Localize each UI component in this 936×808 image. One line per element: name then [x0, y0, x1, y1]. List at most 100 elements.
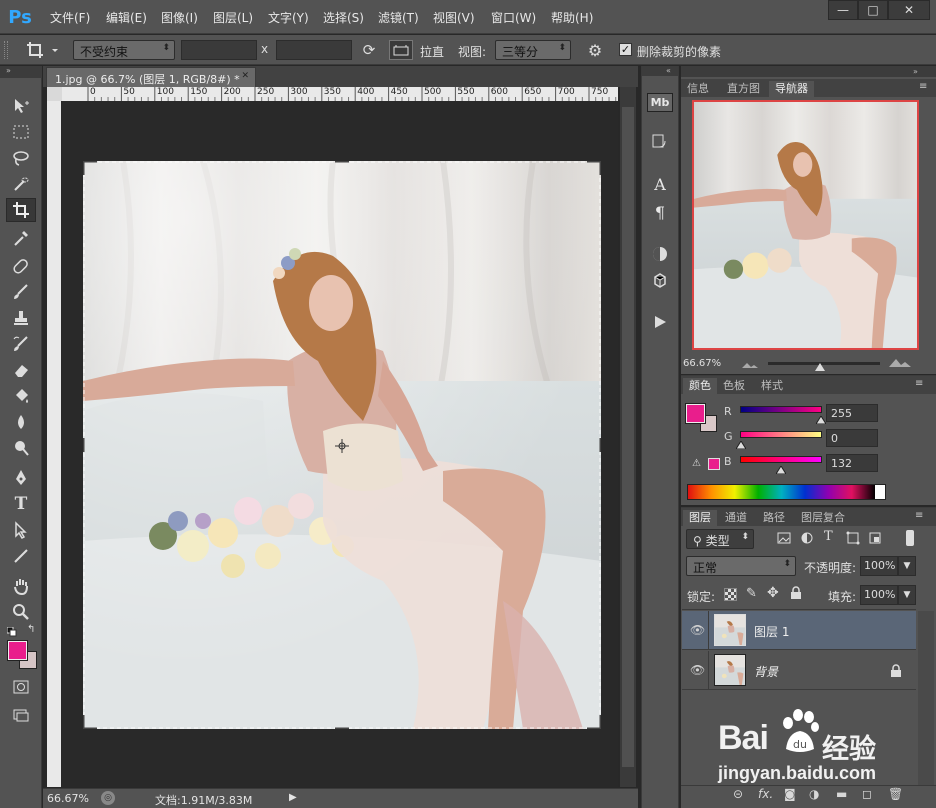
crop-height-input[interactable]: [276, 40, 352, 60]
new-adjustment-icon[interactable]: ◑: [809, 787, 819, 801]
tab-layers[interactable]: 图层: [683, 510, 717, 526]
tab-navigator[interactable]: 导航器: [769, 81, 814, 97]
horizontal-ruler[interactable]: 0 50 100 150 200 250 300 350 400 450 500 550 600 650 7…: [62, 87, 630, 101]
type-tool[interactable]: T: [6, 492, 36, 516]
filter-type-icon[interactable]: T: [824, 529, 833, 544]
crop-tool[interactable]: [6, 198, 36, 222]
filter-smart-object-button[interactable]: [868, 531, 882, 545]
delete-cropped-checkbox[interactable]: ✓: [619, 43, 632, 56]
move-tool[interactable]: [6, 94, 36, 118]
blur-tool[interactable]: [6, 410, 36, 434]
brush-tool[interactable]: [6, 280, 36, 304]
crop-preset-picker[interactable]: [20, 39, 60, 61]
tab-color[interactable]: 颜色: [683, 378, 717, 394]
lasso-tool[interactable]: [6, 146, 36, 170]
status-info-icon[interactable]: ◎: [101, 791, 115, 805]
eyedropper-tool[interactable]: [6, 226, 36, 250]
vertical-ruler[interactable]: [47, 101, 61, 787]
paint-bucket-tool[interactable]: [6, 384, 36, 408]
new-group-icon[interactable]: ▬: [836, 787, 847, 801]
overlay-view-select[interactable]: 三等分 ⬍: [495, 40, 571, 60]
history-brush-tool[interactable]: [6, 332, 36, 356]
tab-info[interactable]: 信息: [681, 81, 715, 97]
layer-row-background[interactable]: 👁 背景: [682, 651, 916, 690]
b-value-input[interactable]: 132: [826, 454, 878, 472]
mini-bridge-button[interactable]: Mb: [646, 90, 674, 114]
crop-width-input[interactable]: [181, 40, 257, 60]
screen-mode-button[interactable]: [6, 703, 36, 727]
zoom-slider-thumb[interactable]: [815, 360, 825, 371]
lock-position-icon[interactable]: ✥: [767, 585, 779, 601]
delete-layer-icon[interactable]: 🗑: [888, 787, 903, 801]
layer-thumbnail[interactable]: [714, 614, 746, 646]
zoom-level[interactable]: 66.67%: [47, 792, 89, 805]
ratio-select[interactable]: 不受约束 ⬍: [73, 40, 175, 60]
straighten-button[interactable]: [389, 40, 413, 60]
navigator-zoom-value[interactable]: 66.67%: [683, 358, 721, 369]
hand-tool[interactable]: [6, 574, 36, 598]
swap-colors-button[interactable]: ↰: [27, 624, 39, 636]
actions-button[interactable]: [646, 310, 674, 334]
add-layer-style-icon[interactable]: fx.: [758, 787, 773, 801]
color-spectrum-ramp[interactable]: [687, 484, 886, 500]
b-slider-track[interactable]: [740, 456, 822, 463]
fill-input[interactable]: 100%: [860, 585, 898, 605]
tab-layer-comps[interactable]: 图层复合: [795, 510, 851, 526]
healing-brush-tool[interactable]: [6, 254, 36, 278]
swap-dimensions-button[interactable]: ⟳: [358, 40, 380, 60]
panel-menu-icon[interactable]: ≡: [919, 81, 927, 92]
panel-menu-icon[interactable]: ≡: [915, 378, 923, 389]
blend-mode-select[interactable]: 正常 ⬍: [686, 556, 796, 576]
lock-pixels-icon[interactable]: ✎: [746, 586, 757, 601]
layer-row-layer1[interactable]: 👁 图层 1: [682, 611, 916, 650]
layer-name[interactable]: 背景: [754, 663, 778, 680]
tab-styles[interactable]: 样式: [755, 378, 789, 394]
eraser-tool[interactable]: [6, 358, 36, 382]
menu-type[interactable]: 文字(Y): [268, 9, 309, 26]
filter-shape-button[interactable]: [846, 531, 860, 545]
panel-collapse[interactable]: »: [681, 67, 936, 77]
menu-edit[interactable]: 编辑(E): [106, 9, 147, 26]
3d-button[interactable]: [646, 268, 674, 292]
layer-name[interactable]: 图层 1: [754, 623, 789, 640]
filter-pixel-button[interactable]: [777, 531, 791, 545]
opacity-input[interactable]: 100%: [860, 556, 898, 576]
menu-select[interactable]: 选择(S): [323, 9, 364, 26]
layer-filter-select[interactable]: ⚲ 类型 ⬍: [686, 529, 754, 549]
crop-settings-button[interactable]: ⚙: [582, 39, 608, 61]
options-grip[interactable]: [4, 41, 8, 59]
tab-channels[interactable]: 通道: [719, 510, 753, 526]
r-slider-thumb[interactable]: [815, 413, 827, 427]
zoom-out-button[interactable]: [740, 358, 760, 368]
g-slider-track[interactable]: [740, 431, 822, 438]
dodge-tool[interactable]: [6, 436, 36, 460]
marquee-tool[interactable]: [6, 120, 36, 144]
add-mask-icon[interactable]: ◙: [784, 787, 796, 801]
vertical-scrollbar[interactable]: [620, 87, 636, 787]
filter-adjustment-button[interactable]: [800, 531, 814, 545]
panel-menu-icon[interactable]: ≡: [915, 510, 923, 521]
document-tab[interactable]: 1.jpg @ 66.7% (图层 1, RGB/8#) * ✕: [46, 67, 256, 87]
new-layer-icon[interactable]: ◻: [862, 787, 872, 801]
default-colors-button[interactable]: [6, 626, 17, 637]
toolbar-collapse[interactable]: »: [0, 66, 42, 78]
zoom-tool[interactable]: [6, 600, 36, 624]
paragraph-button[interactable]: ¶: [646, 200, 674, 224]
r-slider-track[interactable]: [740, 406, 822, 413]
ruler-origin[interactable]: [47, 87, 62, 101]
filter-toggle-switch[interactable]: [906, 530, 914, 546]
gamut-warning-icon[interactable]: ⚠: [692, 458, 701, 469]
foreground-color-swatch[interactable]: [7, 640, 28, 661]
b-slider-thumb[interactable]: [775, 463, 787, 477]
history-button[interactable]: [646, 130, 674, 154]
menu-filter[interactable]: 滤镜(T): [378, 9, 419, 26]
navigator-preview[interactable]: [692, 100, 919, 350]
menu-layer[interactable]: 图层(L): [213, 9, 253, 26]
visibility-eye-icon[interactable]: 👁: [690, 623, 705, 637]
g-value-input[interactable]: 0: [826, 429, 878, 447]
tab-swatches[interactable]: 色板: [717, 378, 751, 394]
tab-paths[interactable]: 路径: [757, 510, 791, 526]
layers-scrollbar[interactable]: [918, 611, 934, 787]
lock-all-button[interactable]: [790, 586, 802, 600]
opacity-dropdown[interactable]: ▼: [898, 556, 916, 576]
